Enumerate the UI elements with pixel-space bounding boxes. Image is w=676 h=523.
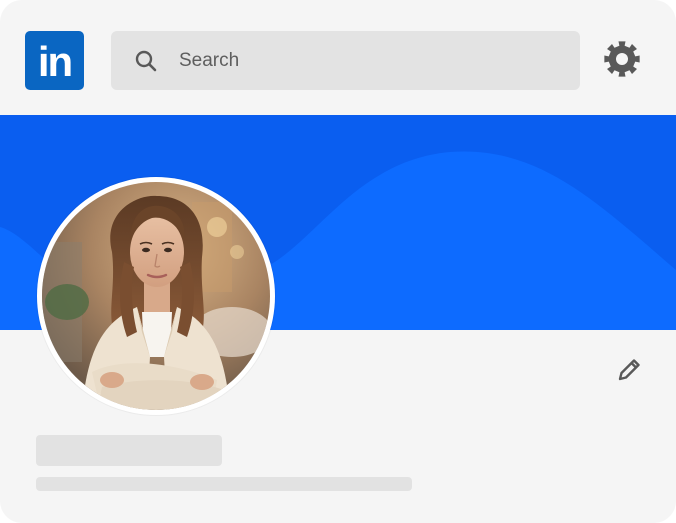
pencil-icon: [615, 356, 643, 389]
search-icon: [135, 50, 157, 72]
headline-placeholder: [36, 477, 412, 491]
gear-icon: [603, 40, 641, 83]
search-bar[interactable]: [111, 31, 580, 90]
profile-photo: [42, 182, 270, 410]
settings-button[interactable]: [602, 40, 642, 83]
name-placeholder: [36, 435, 222, 466]
edit-profile-button[interactable]: [614, 357, 644, 387]
profile-avatar[interactable]: [37, 177, 275, 415]
linkedin-logo[interactable]: in: [25, 31, 84, 90]
profile-card: in: [0, 0, 676, 523]
linkedin-logo-text: in: [37, 37, 73, 85]
search-input[interactable]: [179, 49, 539, 72]
